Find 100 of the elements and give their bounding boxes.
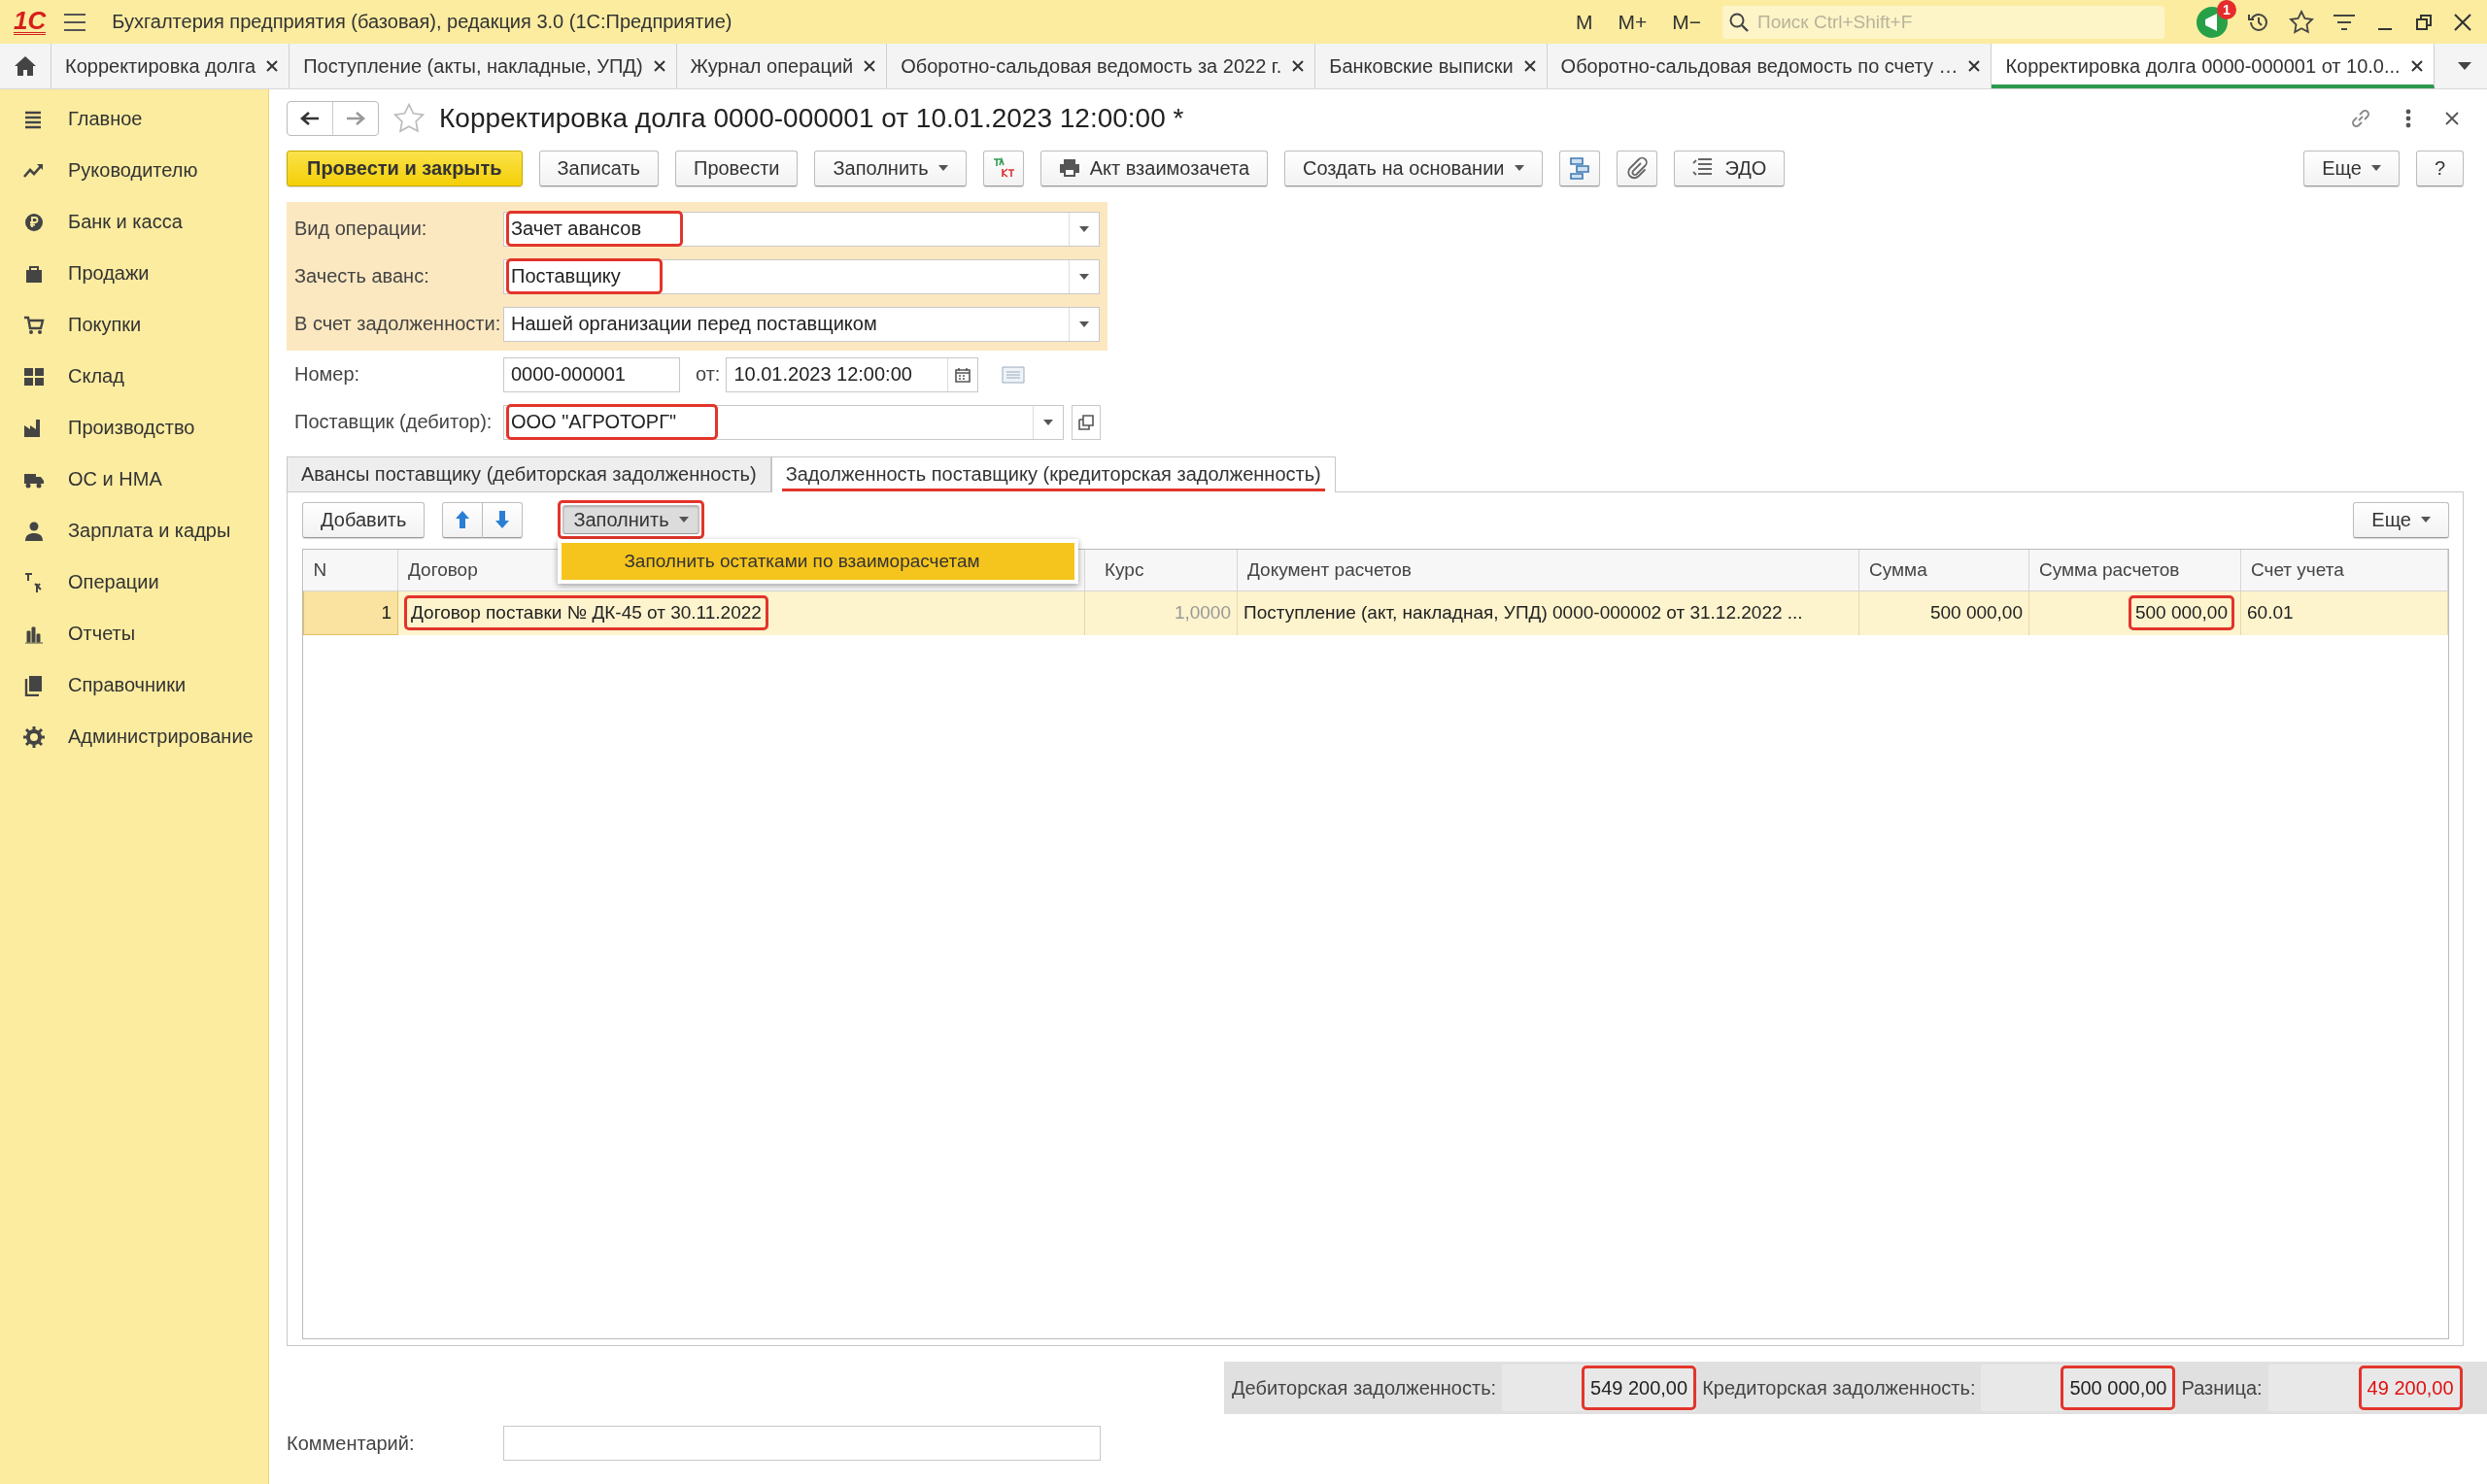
sidebar-item[interactable]: Справочники: [68, 674, 187, 696]
postings-button[interactable]: [982, 150, 1024, 186]
sidebar-item[interactable]: ОС и НМА: [68, 468, 162, 490]
total-value: 549 200,00: [1502, 1365, 1697, 1411]
sidebar-item[interactable]: Руководителю: [68, 159, 198, 182]
column-header[interactable]: Сумма расчетов: [2028, 550, 2241, 591]
field-value: Зачет авансов: [506, 211, 684, 247]
close-icon[interactable]: [863, 59, 877, 73]
column-header[interactable]: Курс: [1084, 550, 1238, 591]
post-and-close-button[interactable]: Провести и закрыть: [287, 150, 523, 186]
books-icon: [23, 674, 45, 696]
dropdown-field[interactable]: Поставщику: [503, 258, 1100, 294]
close-icon[interactable]: [2409, 59, 2424, 73]
menu-item[interactable]: Заполнить остатками по взаиморасчетам: [562, 543, 1075, 580]
menu-icon[interactable]: [63, 12, 87, 32]
table-cell: 500 000,00: [2028, 590, 2241, 635]
total-label: Дебиторская задолженность:: [1232, 1376, 1497, 1400]
link-icon[interactable]: [2349, 107, 2372, 130]
caret-icon: [1079, 273, 1089, 280]
arrow-up-icon: [455, 510, 471, 529]
close-icon[interactable]: [652, 59, 666, 73]
favorite-star-icon[interactable]: [392, 102, 426, 135]
ledger-icon: [991, 156, 1015, 180]
sidebar-item[interactable]: Администрирование: [68, 725, 254, 748]
notification-badge: 1: [2217, 0, 2236, 19]
printer-icon: [1058, 158, 1080, 178]
toolbar-button[interactable]: Провести: [675, 150, 799, 186]
more-button[interactable]: Еще: [2353, 501, 2449, 538]
sidebar-item[interactable]: Зарплата и кадры: [68, 520, 231, 542]
search-field[interactable]: Поиск Ctrl+Shift+F: [1755, 10, 2159, 34]
field-value: Поставщику: [506, 258, 663, 294]
caret-icon: [937, 165, 948, 171]
total-label: Кредиторская задолженность:: [1702, 1376, 1976, 1400]
caret-icon: [1079, 320, 1089, 327]
field-label: от:: [696, 363, 721, 386]
form-tab[interactable]: Задолженность поставщику (кредиторская задолженность): [770, 456, 1336, 492]
add-button[interactable]: Добавить: [302, 501, 426, 538]
close-icon[interactable]: [1291, 59, 1306, 73]
fill-menu-button[interactable]: Заполнить: [562, 505, 699, 534]
field-label: Вид операции:: [294, 218, 428, 240]
navigation-buttons[interactable]: [287, 101, 379, 136]
date-field[interactable]: 10.01.2023 12:00:00: [726, 356, 979, 392]
calendar-icon[interactable]: [955, 366, 971, 383]
memory-button[interactable]: M−: [1672, 10, 1701, 34]
menu-button[interactable]: Еще: [2303, 150, 2400, 186]
search-box[interactable]: Поиск Ctrl+Shift+F: [1722, 5, 2164, 39]
sidebar-item[interactable]: Отчеты: [68, 623, 136, 645]
print-button[interactable]: Акт взаимозачета: [1039, 150, 1268, 186]
comment-field[interactable]: [503, 1426, 1101, 1461]
table-cell: 1,0000: [1084, 590, 1238, 635]
window-tab[interactable]: Корректировка долга 0000-000001 от 10.0...: [1992, 44, 2435, 88]
more-icon[interactable]: [2405, 108, 2411, 129]
app-title: Бухгалтерия предприятия (базовая), редакция 3.0 (1С:Предприятие): [112, 11, 732, 33]
close-icon[interactable]: [265, 59, 280, 73]
dropdown-field[interactable]: Зачет авансов: [503, 211, 1100, 247]
sidebar-item[interactable]: Производство: [68, 417, 195, 439]
edo-button[interactable]: ЭДО: [1673, 150, 1786, 186]
home-icon[interactable]: [14, 55, 37, 77]
move-down-button[interactable]: [483, 501, 524, 538]
sidebar-item[interactable]: Покупки: [68, 314, 142, 336]
column-header[interactable]: Документ расчетов: [1237, 550, 1859, 591]
notification-icon[interactable]: [2196, 5, 2229, 39]
column-header[interactable]: N: [303, 550, 398, 591]
supplier-field[interactable]: ООО "АГРОТОРГ": [503, 404, 1064, 440]
close-icon[interactable]: [1522, 59, 1537, 73]
menu-button[interactable]: Создать на основании: [1284, 150, 1543, 186]
dropdown-field[interactable]: Нашей организации перед поставщиком: [503, 306, 1100, 342]
field-label: В счет задолженности:: [294, 313, 502, 335]
table-cell: 500 000,00: [1858, 590, 2029, 635]
field-value: Нашей организации перед поставщиком: [510, 312, 878, 336]
memory-button[interactable]: M+: [1618, 10, 1648, 34]
open-icon[interactable]: [1078, 414, 1094, 430]
attachment-button[interactable]: [1616, 150, 1657, 186]
total-value: 49 200,00: [2267, 1365, 2463, 1411]
toolbar-button[interactable]: Записать: [538, 150, 659, 186]
total-label: Разница:: [2181, 1376, 2263, 1400]
table-cell: 60.01: [2240, 590, 2448, 635]
star-icon[interactable]: [2289, 9, 2314, 35]
structure-button[interactable]: [1558, 150, 1600, 186]
close-icon[interactable]: [1967, 59, 1982, 73]
search-icon[interactable]: [1728, 11, 1750, 33]
column-header[interactable]: Сумма: [1858, 550, 2029, 591]
caret-icon: [1514, 165, 1524, 171]
sidebar-item[interactable]: Банк и касса: [68, 211, 183, 233]
sidebar-item[interactable]: Операции: [68, 571, 159, 593]
toolbar-button[interactable]: ?: [2415, 150, 2464, 186]
column-header[interactable]: Счет учета: [2240, 550, 2448, 591]
form-tab[interactable]: Авансы поставщику (дебиторская задолженность): [287, 456, 771, 491]
person-icon: [23, 520, 45, 542]
sidebar-item[interactable]: Главное: [68, 108, 143, 130]
close-icon[interactable]: [2452, 11, 2473, 33]
close-icon[interactable]: [2444, 111, 2460, 126]
sidebar-item[interactable]: Продажи: [68, 262, 150, 285]
dropdown-icon[interactable]: [2457, 61, 2472, 71]
memory-button[interactable]: M: [1575, 10, 1593, 34]
sidebar-item[interactable]: Склад: [68, 365, 124, 388]
menu-button[interactable]: Заполнить: [814, 150, 967, 186]
number-field[interactable]: 0000-000001: [503, 356, 680, 392]
move-up-button[interactable]: [442, 501, 484, 538]
arrow-down-icon: [494, 510, 511, 529]
